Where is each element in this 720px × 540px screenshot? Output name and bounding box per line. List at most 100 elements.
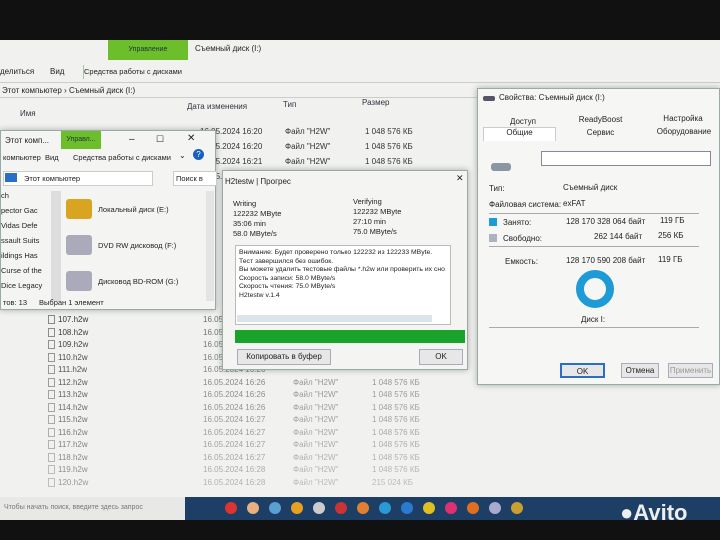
usb-drive-icon [491, 163, 511, 171]
close-icon[interactable]: ✕ [456, 173, 464, 184]
tab-general[interactable]: Общие [483, 127, 556, 141]
taskbar-app-icon[interactable] [357, 502, 369, 514]
file-row[interactable]: 114.h2w [48, 403, 88, 412]
tab-share[interactable]: делиться [0, 67, 34, 76]
tab-manage[interactable]: Управление [108, 40, 188, 60]
file-row[interactable]: 113.h2w [48, 390, 88, 400]
volume-name-input[interactable] [541, 151, 711, 166]
nav-item[interactable]: Dice Legacy [1, 281, 49, 296]
taskbar-app-icon[interactable] [291, 502, 303, 514]
minimize-icon[interactable]: – [129, 134, 135, 145]
file-row[interactable]: 119.h2w [48, 465, 88, 475]
verifying-size: 122232 MByte [353, 207, 402, 216]
apply-button[interactable]: Применить [668, 363, 713, 378]
nav-item[interactable]: ildings Has [1, 251, 49, 266]
cancel-button[interactable]: Отмена [621, 363, 659, 378]
nav-item[interactable]: Curse of the [1, 266, 49, 281]
nav-item[interactable]: Vidas Defe [1, 221, 49, 236]
nav-scrollbar[interactable] [51, 191, 61, 301]
taskbar-app-icon[interactable] [401, 502, 413, 514]
maximize-icon[interactable]: ☐ [156, 134, 164, 145]
taskbar-app-icon[interactable] [225, 502, 237, 514]
taskbar-app-icon[interactable] [247, 502, 259, 514]
column-date[interactable]: Дата изменения [187, 102, 247, 111]
nav-item[interactable]: ch [1, 191, 49, 206]
address-bar[interactable]: Этот компьютер [3, 171, 153, 186]
file-size: 1 048 576 КБ [372, 415, 420, 424]
drive-icon [483, 96, 495, 101]
file-icon [48, 315, 55, 325]
taskbar-app-icon[interactable] [423, 502, 435, 514]
taskbar-app-icon[interactable] [269, 502, 281, 514]
file-icon [48, 352, 55, 362]
file-row[interactable]: 120.h2w [48, 478, 88, 487]
tab-view[interactable]: Вид [45, 153, 59, 162]
file-row[interactable]: 110.h2w [48, 353, 88, 362]
tab-computer[interactable]: компьютер [3, 153, 41, 162]
tab-disk-tools[interactable]: Средства работы с дисками [83, 65, 185, 79]
file-row[interactable]: 117.h2w [48, 440, 88, 450]
tab-disk-tools[interactable]: Средства работы с дисками [73, 153, 171, 162]
ok-button[interactable]: OK [419, 349, 463, 365]
log-line: Скорость записи: 58.0 MByte/s [239, 274, 336, 282]
taskbar-app-icon[interactable] [379, 502, 391, 514]
file-row[interactable]: 109.h2w [48, 340, 88, 350]
taskbar-app-icon[interactable] [445, 502, 457, 514]
search-input[interactable]: Поиск в [173, 171, 217, 186]
column-size[interactable]: Размер [362, 98, 390, 107]
horizontal-scrollbar[interactable] [237, 315, 432, 322]
file-size: 1 048 576 КБ [365, 142, 413, 151]
log-textbox[interactable]: Внимание: Будет проверено только 122232 … [235, 245, 451, 325]
ok-button[interactable]: OK [560, 363, 605, 378]
file-size: 1 048 576 КБ [372, 465, 420, 474]
scrollbar[interactable] [206, 191, 214, 301]
file-row[interactable]: 108.h2w [48, 328, 88, 337]
file-row[interactable]: 111.h2w [48, 365, 87, 375]
drive-item[interactable]: DVD RW дисковод (F:) [66, 227, 196, 263]
chevron-down-icon[interactable]: ⌄ [179, 151, 186, 160]
tab-service[interactable]: Сервис [563, 128, 638, 137]
file-row[interactable]: 116.h2w [48, 428, 88, 437]
tab-hardware[interactable]: Оборудование [648, 127, 720, 136]
status-count: тов: 13 [3, 298, 28, 307]
file-date: 16.05.2024 16:26 [203, 377, 266, 387]
breadcrumb-item[interactable]: Этот компьютер [2, 86, 62, 95]
tab-access[interactable]: Доступ [488, 117, 558, 126]
nav-item[interactable]: pector Gac [1, 206, 49, 221]
file-row[interactable]: 115.h2w [48, 415, 88, 425]
drive-item[interactable]: Дисковод BD-ROM (G:) [66, 263, 196, 299]
file-icon [48, 477, 55, 487]
file-icon [48, 390, 55, 400]
file-type: Файл "H2W" [293, 402, 339, 412]
file-row[interactable]: 107.h2w [48, 315, 88, 325]
small-explorer-window: Этот комп... Управл... – ☐ ✕ компьютер В… [0, 130, 217, 310]
taskbar-app-icon[interactable] [511, 502, 523, 514]
used-color-swatch [489, 218, 497, 226]
drive-icon [66, 235, 92, 255]
taskbar-search[interactable]: Чтобы начать поиск, введите здесь запрос [0, 497, 185, 520]
column-name[interactable]: Имя [20, 109, 36, 118]
taskbar-app-icon[interactable] [489, 502, 501, 514]
taskbar-app-icon[interactable] [467, 502, 479, 514]
file-name: 112.h2w [58, 377, 88, 387]
taskbar-app-icon[interactable] [335, 502, 347, 514]
log-line: Тест завершился без ошибок. [239, 257, 334, 265]
file-row[interactable]: 118.h2w [48, 453, 88, 462]
column-type[interactable]: Тип [283, 100, 296, 109]
file-name: 114.h2w [58, 402, 88, 412]
help-icon[interactable]: ? [193, 149, 204, 160]
tab-view[interactable]: Вид [50, 67, 64, 76]
tab-readyboost[interactable]: ReadyBoost [563, 115, 638, 124]
drive-item[interactable]: Локальный диск (E:) [66, 191, 196, 227]
file-icon [48, 440, 55, 450]
tab-settings[interactable]: Настройка [648, 114, 718, 123]
breadcrumb-item[interactable]: Съемный диск (I:) [69, 86, 135, 95]
close-icon[interactable]: ✕ [187, 133, 195, 144]
tab-manage[interactable]: Управл... [61, 131, 101, 149]
free-human: 256 КБ [658, 231, 684, 240]
copy-to-clipboard-button[interactable]: Копировать в буфер [237, 349, 331, 365]
file-row[interactable]: 112.h2w [48, 378, 88, 387]
nav-item[interactable]: ssault Suits [1, 236, 49, 251]
taskbar-app-icon[interactable] [313, 502, 325, 514]
drive-icon [66, 199, 92, 219]
